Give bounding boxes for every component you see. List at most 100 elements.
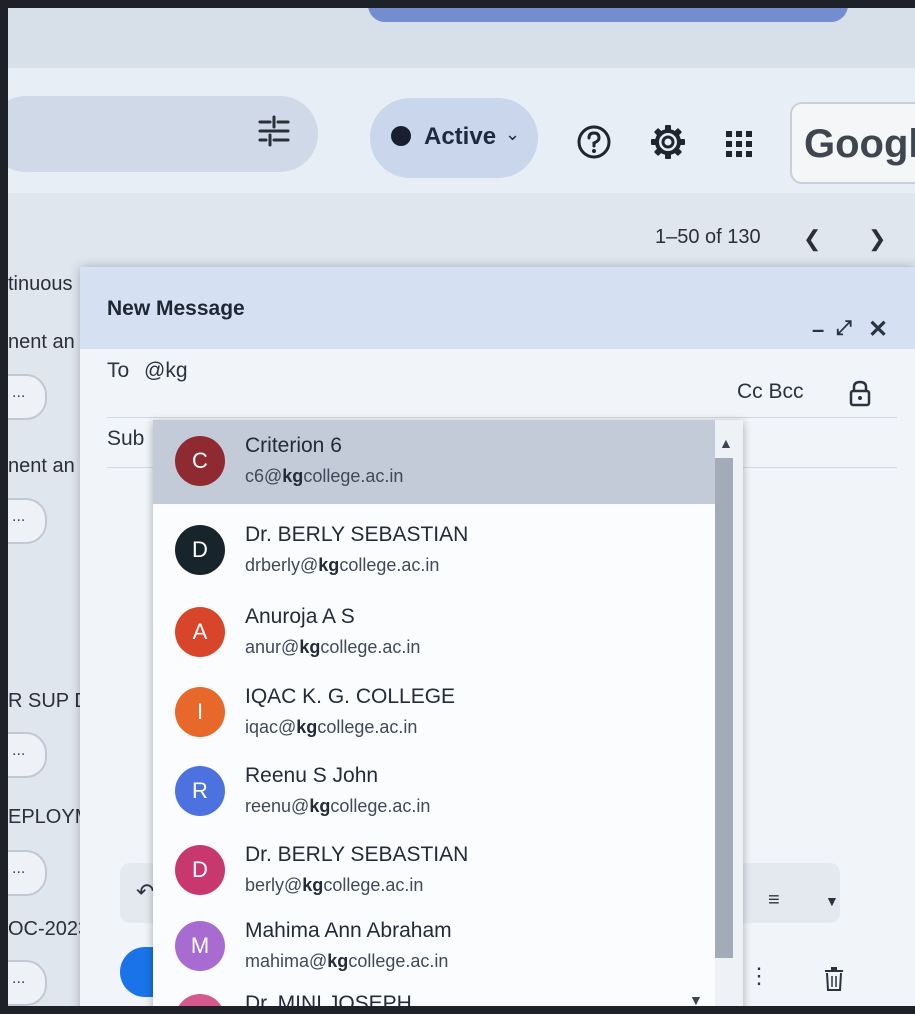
trash-icon[interactable] — [824, 967, 844, 991]
cc-bcc-toggle[interactable]: Cc Bcc — [737, 380, 804, 404]
contact-name: Criterion 6 — [245, 434, 342, 457]
chevron-down-icon: ⌄ — [505, 124, 521, 144]
suggestion-item[interactable]: D Dr. BERLY SEBASTIAN drberly@kgcollege.ac… — [153, 509, 715, 593]
suggestion-item[interactable]: I IQAC K. G. COLLEGE iqac@kgcollege.ac.in — [153, 671, 715, 755]
filter-options-icon[interactable] — [256, 113, 292, 149]
contact-name: Anuroja A S — [245, 605, 355, 628]
email-match: kg — [302, 875, 324, 895]
mail-chip[interactable]: ... — [8, 732, 47, 778]
account-brand-logo[interactable]: Googl — [790, 102, 915, 184]
mail-chip-label: ... — [12, 970, 26, 987]
mail-subject-fragment[interactable]: nent an — [8, 331, 75, 354]
email-prefix: reenu@ — [245, 796, 310, 816]
avatar: I — [175, 687, 225, 737]
mail-chip[interactable]: ... — [8, 374, 47, 420]
avatar: C — [175, 436, 225, 486]
mail-subject-fragment[interactable]: EPLOYM — [8, 806, 91, 829]
avatar: R — [175, 766, 225, 816]
email-prefix: drberly@ — [245, 555, 319, 575]
mail-subject-fragment[interactable]: tinuous — [8, 273, 73, 296]
email-suffix: college.ac.in — [317, 717, 418, 737]
suggestion-item[interactable]: Dr. MINI JOSEPH — [153, 978, 715, 1006]
apps-grid-icon[interactable] — [723, 128, 755, 160]
mail-chip-label: ... — [12, 860, 26, 877]
contact-name: Dr. BERLY SEBASTIAN — [245, 843, 469, 866]
lock-icon[interactable] — [848, 379, 872, 407]
mail-chip[interactable]: ... — [8, 498, 47, 544]
more-options-icon[interactable]: ⋮ — [748, 963, 770, 989]
mail-chip-label: ... — [12, 508, 26, 525]
contact-email: anur@kgcollege.ac.in — [245, 637, 420, 658]
mail-subject-fragment[interactable]: OC-2023 — [8, 918, 89, 941]
email-prefix: iqac@ — [245, 717, 297, 737]
gear-icon[interactable] — [649, 123, 687, 161]
email-match: kg — [282, 466, 304, 486]
recipient-suggestions: C Criterion 6 c6@kgcollege.ac.in D Dr. BERLY… — [153, 420, 743, 1006]
email-match: kg — [309, 796, 331, 816]
chevron-left-icon[interactable]: ❮ — [803, 226, 821, 252]
email-match: kg — [318, 555, 340, 575]
minimize-icon[interactable]: – — [812, 317, 824, 343]
email-prefix: mahima@ — [245, 951, 328, 971]
chevron-right-icon[interactable]: ❯ — [868, 226, 886, 252]
contact-email: berly@kgcollege.ac.in — [245, 875, 423, 896]
subject-field[interactable]: Sub — [107, 427, 144, 451]
to-recipient-input[interactable] — [144, 357, 344, 385]
help-icon[interactable] — [576, 124, 612, 160]
contact-name: Reenu S John — [245, 764, 379, 787]
screen: Active ⌄ Googl 1–50 of 130 ❮ ❯ tinuous n… — [8, 8, 915, 1006]
scroll-up-icon[interactable]: ▲ — [719, 435, 733, 451]
avatar: D — [175, 525, 225, 575]
contact-email: reenu@kgcollege.ac.in — [245, 796, 430, 817]
suggestion-item[interactable]: R Reenu S John reenu@kgcollege.ac.in — [153, 750, 715, 834]
mail-chip[interactable]: ... — [8, 850, 47, 896]
avatar: M — [175, 921, 225, 971]
to-label: To — [107, 359, 130, 382]
scroll-down-icon[interactable]: ▼ — [689, 992, 703, 1006]
contact-email: iqac@kgcollege.ac.in — [245, 717, 417, 738]
status-label: Active — [424, 123, 497, 150]
top-bar: Active ⌄ Googl — [8, 8, 915, 193]
scrollbar-thumb[interactable] — [715, 458, 733, 958]
mail-subject-fragment[interactable]: R SUP D — [8, 690, 89, 713]
more-formatting-icon[interactable]: ▼ — [825, 893, 839, 909]
email-suffix: college.ac.in — [320, 637, 421, 657]
avatar: D — [175, 845, 225, 895]
status-dot-icon — [391, 126, 411, 146]
contact-email: c6@kgcollege.ac.in — [245, 466, 403, 487]
contact-email: mahima@kgcollege.ac.in — [245, 951, 448, 972]
email-match: kg — [299, 637, 321, 657]
brand-text: Googl — [804, 122, 915, 166]
contact-name: Mahima Ann Abraham — [245, 919, 452, 942]
top-tab — [368, 8, 848, 22]
mail-subject-fragment[interactable]: nent an — [8, 455, 75, 478]
mail-chip-label: ... — [12, 384, 26, 401]
mail-chip[interactable]: ... — [8, 960, 47, 1006]
undo-icon[interactable]: ↶ — [136, 879, 154, 905]
email-prefix: berly@ — [245, 875, 303, 895]
close-icon[interactable]: ✕ — [868, 315, 888, 344]
suggestion-item[interactable]: M Mahima Ann Abraham mahima@kgcollege.ac.i… — [153, 905, 715, 989]
bulleted-list-icon[interactable]: ≡ — [768, 889, 780, 912]
contact-name: IQAC K. G. COLLEGE — [245, 685, 456, 708]
mail-chip-label: ... — [12, 742, 26, 759]
compose-title: New Message — [107, 297, 245, 320]
contact-name: Dr. MINI JOSEPH — [245, 992, 412, 1006]
contact-name: Dr. BERLY SEBASTIAN — [245, 523, 469, 546]
email-match: kg — [327, 951, 349, 971]
expand-icon[interactable]: ⤢ — [836, 317, 852, 340]
avatar: A — [175, 607, 225, 657]
pagination-range: 1–50 of 130 — [655, 226, 761, 248]
email-suffix: college.ac.in — [330, 796, 431, 816]
suggestion-item[interactable]: D Dr. BERLY SEBASTIAN berly@kgcollege.ac.i… — [153, 829, 715, 913]
email-prefix: anur@ — [245, 637, 300, 657]
email-suffix: college.ac.in — [303, 466, 404, 486]
email-prefix: c6@ — [245, 466, 283, 486]
email-match: kg — [296, 717, 318, 737]
email-suffix: college.ac.in — [339, 555, 440, 575]
suggestion-item[interactable]: A Anuroja A S anur@kgcollege.ac.in — [153, 591, 715, 675]
contact-email: drberly@kgcollege.ac.in — [245, 555, 439, 576]
suggestion-item[interactable]: C Criterion 6 c6@kgcollege.ac.in — [153, 420, 715, 504]
top-band — [8, 8, 915, 68]
email-suffix: college.ac.in — [348, 951, 449, 971]
